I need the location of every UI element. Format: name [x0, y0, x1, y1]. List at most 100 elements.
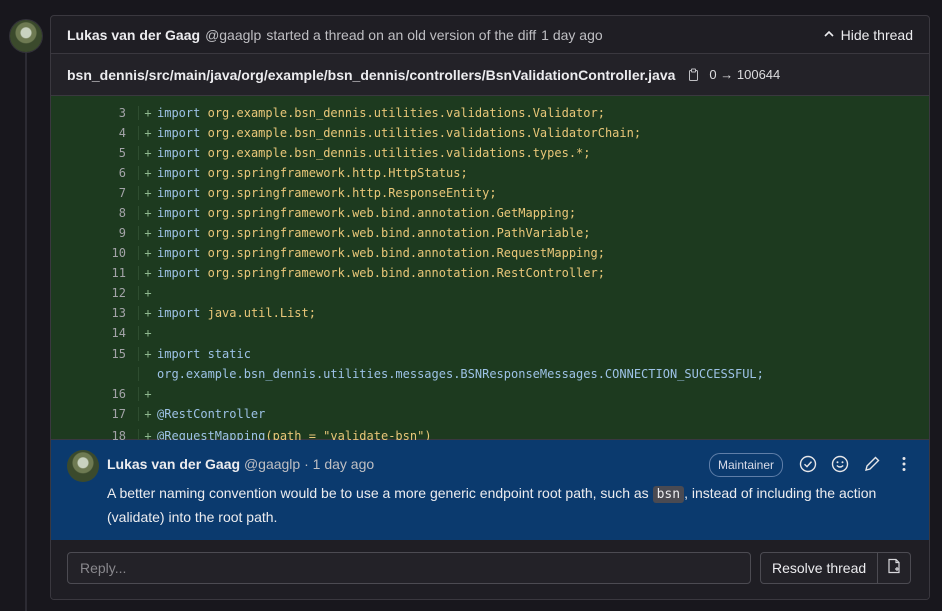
- file-path[interactable]: bsn_dennis/src/main/java/org/example/bsn…: [67, 67, 675, 83]
- line-number[interactable]: 3: [51, 106, 139, 120]
- thread-author-name[interactable]: Lukas van der Gaag: [67, 27, 200, 43]
- resolve-with-issue-button[interactable]: [878, 552, 912, 584]
- line-number[interactable]: 13: [51, 306, 139, 320]
- code-keyword: import: [157, 106, 201, 120]
- chevron-up-icon: [823, 27, 835, 43]
- code-rest: org.example.bsn_dennis.utilities.validat…: [207, 146, 591, 160]
- line-number[interactable]: 8: [51, 206, 139, 220]
- code-rest: org.example.bsn_dennis.utilities.validat…: [207, 106, 605, 120]
- resolve-thread-group: Resolve thread: [760, 552, 912, 584]
- more-actions-icon[interactable]: [895, 455, 913, 478]
- added-marker: +: [144, 266, 152, 280]
- diff-line: 10 + import org.springframework.web.bind.a…: [51, 246, 929, 260]
- diff-line: 5 + import org.example.bsn_dennis.utilitie…: [51, 146, 929, 160]
- code-text: import org.springframework.web.bind.anno…: [157, 206, 576, 220]
- code-rest: org.springframework.web.bind.annotation.…: [207, 246, 605, 260]
- added-marker: +: [144, 407, 152, 421]
- diff-line: 9 + import org.springframework.web.bind.an…: [51, 226, 929, 240]
- note-author-name[interactable]: Lukas van der Gaag: [107, 456, 240, 472]
- diff-line: 11 + import org.springframework.web.bind.a…: [51, 266, 929, 280]
- code-keyword: import: [157, 166, 201, 180]
- avatar[interactable]: [10, 20, 42, 52]
- code-rest: org.springframework.web.bind.annotation.…: [207, 266, 605, 280]
- line-number[interactable]: 6: [51, 166, 139, 180]
- diff-line: 6 + import org.springframework.http.HttpSt…: [51, 166, 929, 180]
- code-text: import static: [157, 347, 251, 361]
- added-marker: +: [144, 126, 152, 140]
- code-text: org.example.bsn_dennis.utilities.message…: [157, 367, 764, 381]
- code-text: @RestController: [157, 407, 265, 421]
- reply-input[interactable]: Reply...: [67, 552, 751, 584]
- diff-line: 14 +: [51, 326, 929, 340]
- added-marker: +: [144, 166, 152, 180]
- code-text: import org.example.bsn_dennis.utilities.…: [157, 126, 641, 140]
- hide-thread-button[interactable]: Hide thread: [823, 27, 913, 43]
- thread-header: Lukas van der Gaag @gaaglp started a thr…: [51, 16, 929, 54]
- code-keyword: import: [157, 246, 201, 260]
- diff-line: 8 + import org.springframework.web.bind.an…: [51, 206, 929, 220]
- note-author-handle[interactable]: @gaaglp: [244, 456, 300, 472]
- line-number[interactable]: 7: [51, 186, 139, 200]
- code-keyword: import: [157, 146, 201, 160]
- discussion-thread: Lukas van der Gaag @gaaglp started a thr…: [50, 15, 930, 600]
- code-text: import org.springframework.web.bind.anno…: [157, 226, 591, 240]
- line-number[interactable]: 10: [51, 246, 139, 260]
- thread-author-handle[interactable]: @gaaglp: [205, 27, 261, 43]
- line-number[interactable]: 15: [51, 347, 139, 361]
- code-rest: org.example.bsn_dennis.utilities.validat…: [207, 126, 642, 140]
- note-time: · 1 day ago: [304, 456, 375, 472]
- code-keyword: import static: [157, 347, 251, 361]
- added-marker: +: [144, 206, 152, 220]
- resolve-check-icon[interactable]: [799, 455, 817, 478]
- reply-placeholder: Reply...: [80, 560, 127, 576]
- resolve-thread-label: Resolve thread: [772, 560, 867, 576]
- diff-line: 15 + import static: [51, 347, 929, 361]
- code-keyword: import: [157, 226, 201, 240]
- line-number[interactable]: 11: [51, 266, 139, 280]
- code-text: import org.example.bsn_dennis.utilities.…: [157, 106, 605, 120]
- emoji-reaction-icon[interactable]: [831, 455, 849, 478]
- added-marker: +: [144, 286, 152, 300]
- note-body: A better naming convention would be to u…: [107, 482, 907, 528]
- line-number[interactable]: 14: [51, 326, 139, 340]
- edit-pencil-icon[interactable]: [863, 455, 881, 478]
- line-number[interactable]: [51, 367, 139, 381]
- timeline-line: [25, 50, 27, 611]
- code-rest: java.util.List;: [207, 306, 316, 320]
- note-actions: [799, 455, 913, 478]
- added-marker: +: [144, 347, 152, 361]
- added-marker: +: [144, 186, 152, 200]
- diff-line: org.example.bsn_dennis.utilities.message…: [51, 367, 929, 381]
- line-number[interactable]: 16: [51, 387, 139, 401]
- thread-action-text: started a thread on an old version of th…: [266, 26, 537, 43]
- line-number[interactable]: 9: [51, 226, 139, 240]
- file-mode-change: 0 → 100644: [709, 67, 781, 82]
- code-keyword: import: [157, 306, 201, 320]
- code-rest: org.springframework.http.ResponseEntity;: [207, 186, 497, 200]
- resolve-thread-button[interactable]: Resolve thread: [760, 552, 879, 584]
- code-text: import org.springframework.web.bind.anno…: [157, 266, 605, 280]
- code-rest: org.springframework.web.bind.annotation.…: [207, 206, 577, 220]
- note-inline-code: bsn: [652, 486, 685, 503]
- copy-path-icon[interactable]: [687, 68, 701, 82]
- reply-area: Reply... Resolve thread: [51, 540, 929, 599]
- line-number[interactable]: 12: [51, 286, 139, 300]
- note-avatar[interactable]: [67, 450, 99, 482]
- diff-line: 12 +: [51, 286, 929, 300]
- file-header: bsn_dennis/src/main/java/org/example/bsn…: [51, 54, 929, 96]
- code-keyword: import: [157, 266, 201, 280]
- diff-line: 17 + @RestController: [51, 407, 929, 421]
- diff-line: 16 +: [51, 387, 929, 401]
- line-number[interactable]: 17: [51, 407, 139, 421]
- diff-line: 13 + import java.util.List;: [51, 306, 929, 320]
- code-keyword: import: [157, 126, 201, 140]
- added-marker: +: [144, 246, 152, 260]
- code-keyword: import: [157, 206, 201, 220]
- issue-icon: [886, 558, 902, 579]
- line-number[interactable]: 5: [51, 146, 139, 160]
- diff-line: 7 + import org.springframework.http.Respon…: [51, 186, 929, 200]
- code-text: import org.example.bsn_dennis.utilities.…: [157, 146, 591, 160]
- code-text: import java.util.List;: [157, 306, 316, 320]
- discussion-note: Lukas van der Gaag @gaaglp · 1 day ago M…: [51, 440, 929, 540]
- line-number[interactable]: 4: [51, 126, 139, 140]
